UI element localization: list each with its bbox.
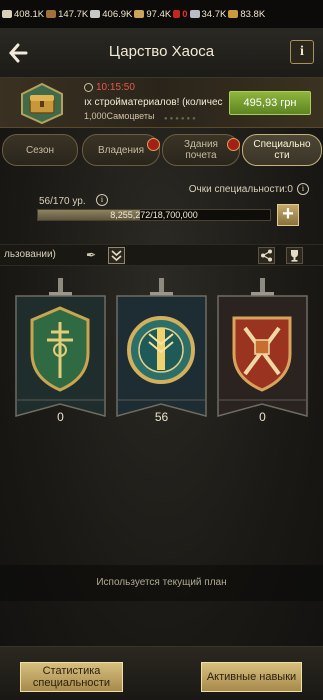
plan-row: льзовании) ✒: [0, 244, 323, 266]
trophy-icon: [291, 250, 298, 262]
clock-icon: [84, 83, 93, 92]
page-title: Царство Хаоса: [108, 43, 215, 60]
share-button[interactable]: [258, 247, 275, 264]
resource-stone[interactable]: 406.9K: [90, 9, 132, 20]
header: Царство Хаоса i: [0, 28, 323, 78]
food-icon: [2, 10, 12, 18]
pager-dots: ●●●●●●: [164, 116, 198, 122]
screen: 408.1K 147.7K 406.9K 97.4K 0 34.7K 83.8K…: [0, 0, 323, 700]
chest-icon: [21, 82, 63, 124]
plan-dropdown-button[interactable]: [108, 247, 125, 264]
buy-button[interactable]: 495,93 грн: [229, 91, 311, 115]
resource-blood[interactable]: 0: [173, 9, 188, 20]
points-info-icon[interactable]: i: [297, 183, 309, 195]
resource-silver[interactable]: 34.7K: [189, 9, 226, 20]
resource-food[interactable]: 408.1K: [2, 9, 44, 20]
blue-medallion-icon: [116, 278, 207, 417]
gold-icon: [228, 10, 239, 18]
progress-bar: 8,255,272/18,700,000: [37, 209, 271, 221]
specialty-stats-button[interactable]: Статистика специальности: [20, 662, 123, 692]
offer-subtext: 1,000Самоцветы: [84, 111, 155, 121]
branch-points-blue: 56: [154, 410, 169, 424]
ranking-button[interactable]: [286, 247, 303, 264]
share-icon: [261, 249, 272, 262]
resource-iron[interactable]: 97.4K: [134, 9, 171, 20]
plan-status: Используется текущий план: [96, 577, 227, 588]
branch-banner-blue[interactable]: [114, 278, 209, 430]
tab-honor-buildings[interactable]: Здания почета: [162, 134, 240, 166]
branch-banner-green[interactable]: [13, 278, 108, 430]
notification-badge: [227, 138, 240, 151]
level-info-icon[interactable]: i: [96, 194, 108, 206]
iron-icon: [134, 10, 145, 18]
tab-domains[interactable]: Владения: [82, 134, 160, 166]
notification-badge: [147, 138, 160, 151]
offer-banner[interactable]: 10:15:50 ıx стройматериалов! (количес 1,…: [0, 78, 323, 128]
tab-bar: Сезон Владения Здания почета Специально …: [0, 132, 323, 170]
wood-icon: [46, 10, 57, 18]
chevron-down-icon: [111, 250, 122, 262]
blood-icon: [173, 10, 181, 18]
progress-text: 8,255,272/18,700,000: [110, 210, 198, 220]
quill-icon[interactable]: ✒: [86, 248, 100, 262]
tab-season[interactable]: Сезон: [2, 134, 78, 166]
branch-points-green: 0: [57, 410, 64, 424]
add-points-button[interactable]: +: [277, 204, 299, 226]
specialty-level: 56/170 ур.: [39, 196, 86, 207]
green-shield-icon: [15, 278, 106, 417]
active-skills-button[interactable]: Активные навыки: [201, 662, 302, 692]
branch-banner-red[interactable]: [215, 278, 310, 430]
resource-bar: 408.1K 147.7K 406.9K 97.4K 0 34.7K 83.8K: [0, 0, 323, 28]
offer-text: ıx стройматериалов! (количес: [84, 97, 223, 108]
branch-points-red: 0: [259, 410, 266, 424]
offer-timer: 10:15:50: [84, 82, 135, 93]
specialty-points: Очки специальности:0: [188, 184, 293, 195]
tab-specialty[interactable]: Специально сти: [242, 134, 322, 166]
red-shield-icon: [217, 278, 308, 417]
silver-icon: [189, 10, 200, 18]
info-button[interactable]: i: [290, 40, 314, 64]
plan-name: льзовании): [4, 249, 56, 260]
bottom-bar: Статистика специальности Активные навыки: [0, 646, 323, 700]
resource-gold[interactable]: 83.8K: [228, 9, 265, 20]
resource-wood[interactable]: 147.7K: [46, 9, 88, 20]
stone-icon: [90, 10, 101, 18]
